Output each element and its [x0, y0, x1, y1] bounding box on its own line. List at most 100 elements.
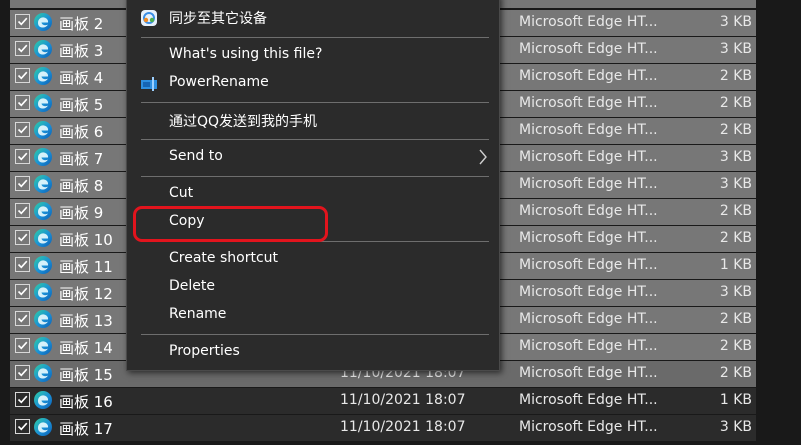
row-checkbox[interactable]: [15, 68, 30, 83]
menu-label: Cut: [169, 185, 194, 201]
file-name: 画板 16: [59, 393, 113, 411]
row-checkbox[interactable]: [15, 419, 30, 434]
menu-separator: [141, 334, 489, 335]
file-size: 2 KB: [719, 338, 752, 354]
file-type: Microsoft Edge HT...: [519, 122, 658, 138]
file-size: 2 KB: [719, 203, 752, 219]
edge-icon: [33, 147, 53, 167]
table-row[interactable]: 画板 16 11/10/2021 18:07 Microsoft Edge HT..…: [10, 388, 756, 414]
file-size: 3 KB: [719, 176, 752, 192]
menu-label: PowerRename: [169, 74, 269, 90]
menu-separator: [141, 176, 489, 177]
menu-item-create-shortcut[interactable]: Create shortcut: [127, 247, 499, 273]
file-name: 画板 4: [59, 69, 104, 87]
menu-label: Rename: [169, 306, 227, 322]
file-name: 画板 15: [59, 366, 113, 384]
edge-icon: [33, 201, 53, 221]
file-type: Microsoft Edge HT...: [519, 41, 658, 57]
edge-icon: [33, 336, 53, 356]
row-checkbox[interactable]: [15, 149, 30, 164]
file-size: 3 KB: [719, 419, 752, 435]
row-checkbox[interactable]: [15, 176, 30, 191]
menu-label: Properties: [169, 343, 240, 359]
file-name: 画板 8: [59, 177, 104, 195]
edge-icon: [33, 228, 53, 248]
menu-label: Create shortcut: [169, 250, 279, 266]
file-type: Microsoft Edge HT...: [519, 14, 658, 30]
context-menu: 同步至其它设备 What's using this file? PowerRen…: [126, 0, 500, 371]
file-name: 画板 11: [59, 258, 113, 276]
menu-item-delete[interactable]: Delete: [127, 275, 499, 301]
row-checkbox[interactable]: [15, 392, 30, 407]
row-checkbox[interactable]: [15, 257, 30, 272]
file-name: 画板 5: [59, 96, 104, 114]
edge-icon: [33, 174, 53, 194]
file-name: 画板 12: [59, 285, 113, 303]
row-checkbox[interactable]: [15, 365, 30, 380]
edge-icon: [33, 309, 53, 329]
menu-item-properties[interactable]: Properties: [127, 340, 499, 366]
edge-icon: [33, 120, 53, 140]
powerrename-icon: [140, 75, 158, 93]
file-name: 画板 13: [59, 312, 113, 330]
file-type: Microsoft Edge HT...: [519, 68, 658, 84]
file-type: Microsoft Edge HT...: [519, 149, 658, 165]
file-name: 画板 7: [59, 150, 104, 168]
file-name: 画板 14: [59, 339, 113, 357]
edge-icon: [33, 390, 53, 410]
row-checkbox[interactable]: [15, 122, 30, 137]
table-row[interactable]: 画板 17 11/10/2021 18:07 Microsoft Edge HT..…: [10, 415, 756, 441]
menu-separator: [141, 102, 489, 103]
file-type: Microsoft Edge HT...: [519, 230, 658, 246]
menu-item-cut[interactable]: Cut: [127, 182, 499, 208]
menu-separator: [141, 139, 489, 140]
menu-label: What's using this file?: [169, 46, 323, 62]
row-checkbox[interactable]: [15, 95, 30, 110]
file-type: Microsoft Edge HT...: [519, 365, 658, 381]
file-type: Microsoft Edge HT...: [519, 338, 658, 354]
file-date: 11/10/2021 18:07: [340, 392, 466, 408]
file-size: 3 KB: [719, 284, 752, 300]
file-type: Microsoft Edge HT...: [519, 311, 658, 327]
file-size: 3 KB: [719, 14, 752, 30]
edge-icon: [33, 417, 53, 437]
edge-icon: [33, 39, 53, 59]
file-name: 画板 2: [59, 15, 104, 33]
file-type: Microsoft Edge HT...: [519, 392, 658, 408]
file-date: 11/10/2021 18:07: [340, 419, 466, 435]
row-checkbox[interactable]: [15, 284, 30, 299]
file-name: 画板 9: [59, 204, 104, 222]
menu-item-rename[interactable]: Rename: [127, 303, 499, 329]
file-type: Microsoft Edge HT...: [519, 419, 658, 435]
row-checkbox[interactable]: [15, 311, 30, 326]
menu-item-sync[interactable]: 同步至其它设备: [127, 5, 499, 31]
row-checkbox[interactable]: [15, 41, 30, 56]
row-checkbox[interactable]: [15, 338, 30, 353]
menu-label: Delete: [169, 278, 215, 294]
file-type: Microsoft Edge HT...: [519, 176, 658, 192]
menu-item-whats-using[interactable]: What's using this file?: [127, 43, 499, 69]
file-size: 1 KB: [719, 257, 752, 273]
file-size: 2 KB: [719, 68, 752, 84]
file-size: 2 KB: [719, 311, 752, 327]
file-type: Microsoft Edge HT...: [519, 95, 658, 111]
row-checkbox[interactable]: [15, 14, 30, 29]
menu-item-powerrename[interactable]: PowerRename: [127, 71, 499, 97]
edge-icon: [33, 66, 53, 86]
menu-label: 通过QQ发送到我的手机: [169, 114, 318, 130]
file-name: 画板 6: [59, 123, 104, 141]
menu-label: 同步至其它设备: [169, 11, 267, 27]
row-checkbox[interactable]: [15, 203, 30, 218]
edge-icon: [33, 282, 53, 302]
file-type: Microsoft Edge HT...: [519, 257, 658, 273]
file-size: 2 KB: [719, 365, 752, 381]
menu-item-send-to[interactable]: Send to: [127, 145, 499, 171]
edge-icon: [33, 255, 53, 275]
file-size: 2 KB: [719, 230, 752, 246]
file-type: Microsoft Edge HT...: [519, 203, 658, 219]
row-checkbox[interactable]: [15, 230, 30, 245]
file-name: 画板 3: [59, 42, 104, 60]
menu-item-qq-send[interactable]: 通过QQ发送到我的手机: [127, 108, 499, 134]
file-name: 画板 17: [59, 420, 113, 438]
edge-icon: [33, 363, 53, 383]
